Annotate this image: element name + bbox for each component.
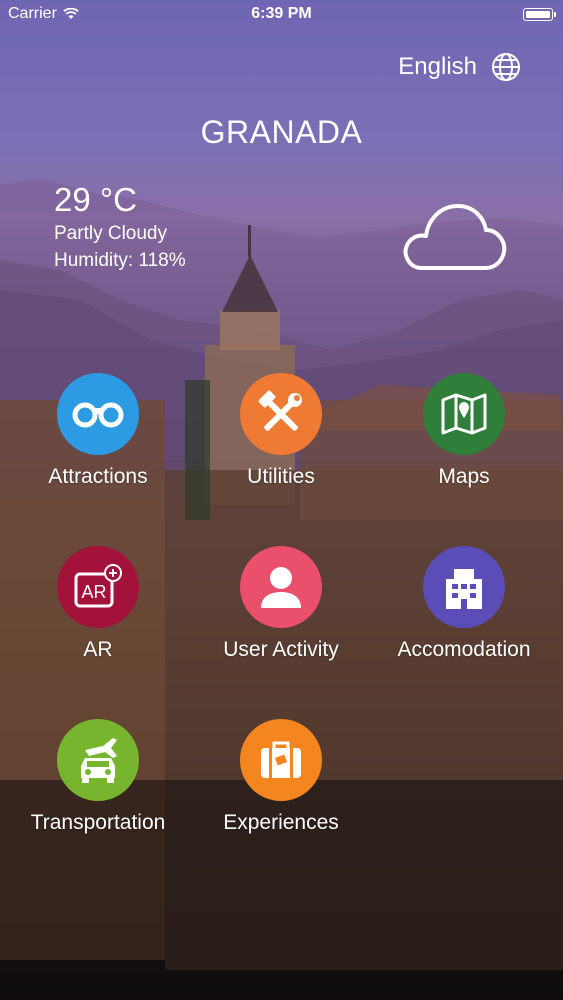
- ar-circle: AR: [57, 546, 139, 628]
- menu-label-utilities: Utilities: [247, 465, 315, 488]
- menu-item-utilities[interactable]: Utilities: [186, 373, 376, 503]
- user-icon: [261, 567, 301, 608]
- ar-icon: AR: [74, 564, 122, 608]
- menu-item-accomodation[interactable]: Accomodation: [369, 546, 559, 676]
- svg-text:AR: AR: [81, 582, 106, 602]
- menu-item-maps[interactable]: Maps: [369, 373, 559, 503]
- temperature: 29 °C: [54, 181, 137, 218]
- tools-icon: [258, 390, 302, 431]
- city-title: GRANADA: [200, 114, 363, 150]
- menu-item-ar[interactable]: AR AR: [3, 546, 193, 676]
- menu-item-experiences[interactable]: Experiences: [186, 719, 376, 849]
- status-bar: Carrier 6:39 PM: [0, 0, 563, 30]
- language-selector[interactable]: English: [398, 52, 521, 82]
- accomodation-circle: [423, 546, 505, 628]
- menu-item-attractions[interactable]: Attractions: [3, 373, 193, 503]
- globe-icon: [492, 53, 520, 81]
- transport-icon: [81, 738, 117, 783]
- menu-label-transportation: Transportation: [30, 811, 166, 834]
- experiences-circle: [240, 719, 322, 801]
- menu-label-user-activity: User Activity: [223, 638, 339, 661]
- menu-label-ar: AR: [83, 638, 113, 661]
- cloud-icon: [403, 204, 507, 270]
- maps-circle: [423, 373, 505, 455]
- weather-panel: 29 °C Partly Cloudy Humidity: 118%: [54, 180, 186, 274]
- user-activity-circle: [240, 546, 322, 628]
- humidity: Humidity: 118%: [54, 250, 186, 271]
- menu-label-attractions: Attractions: [48, 465, 148, 488]
- menu-item-transportation[interactable]: Transportation: [3, 719, 193, 849]
- attractions-circle: [57, 373, 139, 455]
- home-screen: Carrier 6:39 PM English GRANADA 29 °C Pa…: [0, 0, 563, 1000]
- binoculars-icon: [72, 402, 124, 428]
- battery-icon: [523, 8, 556, 21]
- weather-condition: Partly Cloudy: [54, 223, 167, 244]
- menu-label-accomodation: Accomodation: [397, 638, 531, 661]
- status-time: 6:39 PM: [251, 5, 312, 22]
- language-label: English: [398, 53, 477, 80]
- menu-item-user-activity[interactable]: User Activity: [186, 546, 376, 676]
- transportation-circle: [57, 719, 139, 801]
- utilities-circle: [240, 373, 322, 455]
- building-icon: [446, 569, 482, 609]
- suitcase-icon: [261, 741, 301, 778]
- menu-label-maps: Maps: [438, 465, 490, 488]
- menu-label-experiences: Experiences: [223, 811, 339, 834]
- map-icon: [441, 393, 487, 435]
